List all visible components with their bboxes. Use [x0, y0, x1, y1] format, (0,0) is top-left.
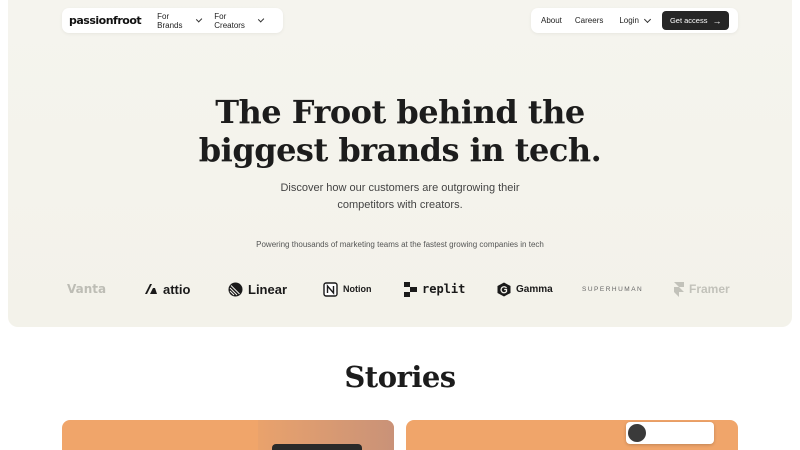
- story-card[interactable]: [62, 420, 394, 450]
- framer-logo: Framer: [674, 278, 730, 300]
- get-access-label: Get access: [669, 16, 708, 25]
- stories-title: Stories: [344, 360, 456, 394]
- superhuman-logo: SUPERHUMAN: [582, 278, 643, 300]
- vanta-logo: Vanta: [67, 278, 106, 300]
- linear-icon: [228, 282, 243, 296]
- vanta-wordmark: Vanta: [67, 282, 107, 296]
- nav-right-bar: About Careers Login Get access →: [531, 8, 738, 33]
- subtitle-line-2: competitors with creators.: [337, 199, 463, 211]
- powering-text: Powering thousands of marketing teams at…: [256, 240, 544, 249]
- notion-icon: [323, 281, 338, 297]
- headline-line-1: The Froot behind the: [215, 93, 585, 131]
- replit-wordmark: replit: [422, 282, 466, 296]
- attio-logo: attio: [144, 278, 190, 300]
- subtitle-line-1: Discover how our customers are outgrowin…: [280, 182, 520, 194]
- framer-wordmark: Framer: [689, 282, 730, 296]
- arrow-right-icon: →: [712, 15, 722, 26]
- get-access-button[interactable]: Get access →: [661, 11, 730, 30]
- chevron-down-icon: [643, 15, 651, 23]
- login-label: Login: [619, 16, 639, 25]
- linear-wordmark: Linear: [248, 281, 288, 297]
- attio-icon: [145, 284, 157, 294]
- gamma-logo: Gamma: [497, 278, 553, 300]
- notion-logo: Notion: [323, 278, 372, 300]
- nav-for-creators-label: For Creators: [214, 11, 245, 30]
- chevron-down-icon: [257, 15, 265, 23]
- customer-logos: Vanta attio Linear Notion replit Gamma S…: [64, 278, 732, 300]
- nav-for-brands-label: For Brands: [157, 11, 183, 30]
- nav-for-brands[interactable]: For Brands: [157, 11, 203, 30]
- chevron-down-icon: [195, 15, 203, 23]
- nav-left-bar: passionfroot For Brands For Creators: [62, 8, 283, 33]
- framer-icon: [674, 281, 684, 297]
- gamma-icon: [497, 282, 511, 296]
- superhuman-wordmark: SUPERHUMAN: [582, 285, 644, 293]
- hero-subtitle: Discover how our customers are outgrowin…: [250, 180, 550, 214]
- device-image: [272, 444, 362, 450]
- attio-wordmark: attio: [163, 281, 191, 297]
- gamma-wordmark: Gamma: [516, 283, 553, 295]
- nav-careers[interactable]: Careers: [575, 16, 603, 25]
- replit-icon: [404, 281, 417, 297]
- replit-logo: replit: [404, 278, 465, 300]
- notion-wordmark: Notion: [343, 284, 372, 294]
- login-menu[interactable]: Login: [619, 15, 651, 25]
- passionfroot-logo[interactable]: passionfroot: [69, 14, 142, 27]
- story-card[interactable]: [406, 420, 738, 450]
- linear-logo: Linear: [228, 278, 287, 300]
- headline-line-2: biggest brands in tech.: [198, 131, 602, 169]
- avatar: [628, 424, 646, 442]
- nav-about[interactable]: About: [541, 16, 562, 25]
- hero-headline: The Froot behind the biggest brands in t…: [0, 93, 800, 169]
- nav-for-creators[interactable]: For Creators: [214, 11, 265, 30]
